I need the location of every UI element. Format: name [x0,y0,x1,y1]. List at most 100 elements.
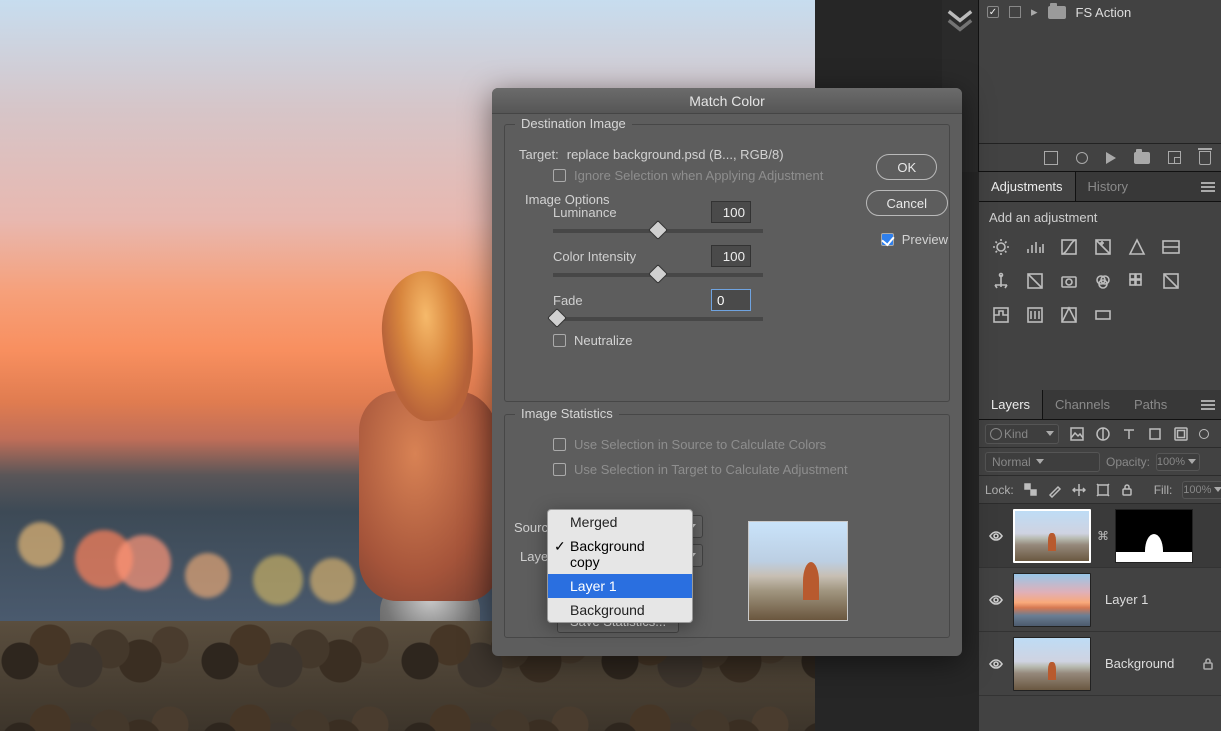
filter-smart-icon[interactable] [1173,426,1189,442]
curves-icon[interactable] [1059,237,1079,257]
record-icon[interactable] [1076,152,1088,164]
lock-position-icon[interactable] [1072,483,1086,497]
color-lookup-icon[interactable] [1127,271,1147,291]
visibility-eye-icon[interactable] [985,592,1007,608]
bokeh-light [18,522,63,567]
expand-panel-icon[interactable] [942,0,978,32]
lock-artboard-icon[interactable] [1096,483,1110,497]
luminance-field[interactable] [711,201,751,223]
add-adjustment-label: Add an adjustment [979,202,1221,233]
trash-icon[interactable] [1199,151,1211,165]
opacity-field[interactable]: 100% [1156,453,1200,471]
color-intensity-label: Color Intensity [553,249,703,264]
action-enabled-checkbox[interactable]: ✓ [987,6,999,18]
use-selection-source-label: Use Selection in Source to Calculate Col… [574,437,826,452]
fade-slider[interactable] [553,317,763,321]
photo-filter-icon[interactable] [1059,271,1079,291]
lock-all-icon[interactable] [1120,483,1134,497]
cancel-button[interactable]: Cancel [866,190,948,216]
dialog-toggle-icon[interactable] [1009,6,1021,18]
actions-panel: ✓ ▸ FS Action [979,0,1221,172]
new-set-icon[interactable] [1134,152,1150,164]
layer-thumbnail[interactable] [1013,637,1091,691]
layer-list: ⌘ Layer 1 Background [979,504,1221,696]
panel-menu-icon[interactable] [1201,400,1215,410]
fill-label: Fill: [1154,483,1173,497]
play-icon[interactable] [1106,152,1116,164]
layer-name[interactable]: Background [1105,656,1174,671]
threshold-icon[interactable] [1025,305,1045,325]
gradient-map-icon[interactable] [1093,305,1113,325]
stop-icon[interactable] [1044,151,1058,165]
use-selection-target-label: Use Selection in Target to Calculate Adj… [574,462,848,477]
selective-color-icon[interactable] [1059,305,1079,325]
tab-layers[interactable]: Layers [979,390,1043,419]
black-white-icon[interactable] [1025,271,1045,291]
dropdown-item-background[interactable]: Background [548,598,692,622]
tab-channels[interactable]: Channels [1043,390,1122,419]
folder-icon [1048,6,1066,19]
luminance-slider[interactable] [553,229,763,233]
filter-shape-icon[interactable] [1147,426,1163,442]
layer-name[interactable]: Layer 1 [1105,592,1148,607]
filter-kind-input[interactable] [1004,427,1046,441]
layer-thumbnail[interactable] [1013,573,1091,627]
opacity-label: Opacity: [1106,455,1150,469]
invert-icon[interactable] [1161,271,1181,291]
dialog-title: Match Color [492,88,962,114]
disclosure-triangle-icon[interactable]: ▸ [1031,4,1038,20]
color-balance-icon[interactable] [991,271,1011,291]
right-panel-group: ✓ ▸ FS Action Adjustments History Add an… [979,0,1221,731]
levels-icon[interactable] [1025,237,1045,257]
target-label: Target: [519,147,559,162]
ok-button[interactable]: OK [876,154,937,180]
neutralize-checkbox[interactable] [553,334,566,347]
panel-menu-icon[interactable] [1201,182,1215,192]
new-action-icon[interactable] [1168,151,1181,164]
filter-pixel-icon[interactable] [1069,426,1085,442]
fade-field[interactable] [711,289,751,311]
posterize-icon[interactable] [991,305,1011,325]
layer-thumbnail[interactable] [1013,509,1091,563]
layer-row[interactable]: Layer 1 [979,568,1221,632]
channel-mixer-icon[interactable] [1093,271,1113,291]
photo-subject [345,251,505,671]
vibrance-icon[interactable] [1127,237,1147,257]
layer-row[interactable]: ⌘ [979,504,1221,568]
mask-link-icon[interactable]: ⌘ [1097,529,1109,543]
tab-paths[interactable]: Paths [1122,390,1179,419]
visibility-eye-icon[interactable] [985,656,1007,672]
fill-field[interactable]: 100% [1182,481,1221,499]
filter-type-icon[interactable] [1121,426,1137,442]
ignore-selection-label: Ignore Selection when Applying Adjustmen… [574,168,823,183]
brightness-contrast-icon[interactable] [991,237,1011,257]
layer-filter-kind[interactable] [985,424,1059,444]
tab-history[interactable]: History [1076,172,1140,201]
bokeh-light [116,535,171,590]
bokeh-light [253,555,303,605]
color-intensity-slider[interactable] [553,273,763,277]
image-statistics-legend: Image Statistics [515,406,619,421]
preview-checkbox[interactable] [881,233,894,246]
dropdown-item-background-copy[interactable]: Background copy [548,534,692,574]
lock-transparent-icon[interactable] [1024,483,1038,497]
lock-pixels-icon[interactable] [1048,483,1062,497]
actions-toolbar [979,143,1221,171]
blend-mode-select[interactable]: Normal [985,452,1100,472]
bokeh-light [185,553,230,598]
layer-mask-thumbnail[interactable] [1115,509,1193,563]
dropdown-item-merged[interactable]: Merged [548,510,692,534]
color-intensity-field[interactable] [711,245,751,267]
layer-row[interactable]: Background [979,632,1221,696]
filter-toggle-icon[interactable] [1199,429,1209,439]
adjustment-icon-grid [979,233,1221,329]
hue-sat-icon[interactable] [1161,237,1181,257]
visibility-eye-icon[interactable] [985,528,1007,544]
exposure-icon[interactable] [1093,237,1113,257]
tab-adjustments[interactable]: Adjustments [979,172,1076,201]
action-set-name[interactable]: FS Action [1076,5,1132,20]
filter-adjust-icon[interactable] [1095,426,1111,442]
dropdown-item-layer-1[interactable]: Layer 1 [548,574,692,598]
fade-label: Fade [553,293,703,308]
lock-icon [1201,657,1215,671]
